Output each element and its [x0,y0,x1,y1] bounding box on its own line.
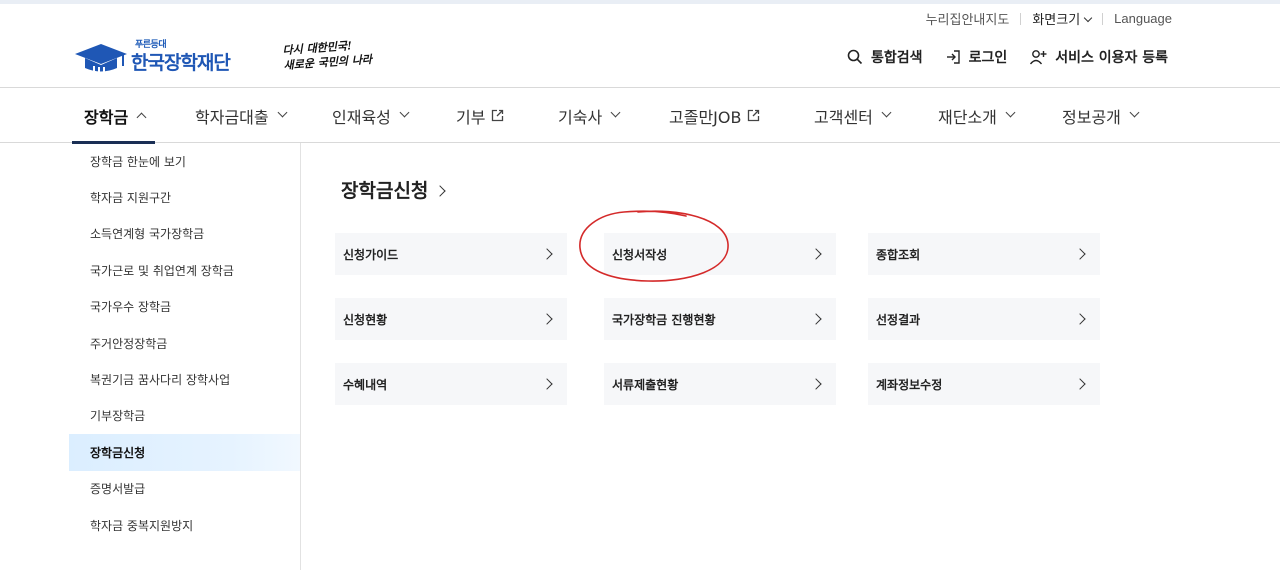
utility-bar: 누리집안내지도 화면크기 Language [926,9,1172,28]
chevron-right-icon [541,248,553,260]
font-size-label: 화면크기 [1032,13,1081,28]
nav-label: 기숙사 [558,107,603,127]
sidebar-item[interactable]: 증명서발급 [69,471,300,507]
search-icon [847,49,863,65]
register-link[interactable]: 서비스 이용자 등록 [1029,47,1168,67]
card-label: 신청가이드 [343,247,399,262]
card-account-update[interactable]: 계좌정보수정 [868,363,1100,405]
nav-disclosure[interactable]: 정보공개 [1062,88,1140,143]
chevron-up-icon [136,112,147,123]
nav-label: 고객센터 [814,107,873,127]
chevron-down-icon [1005,107,1016,118]
sidebar-item[interactable]: 장학금 한눈에 보기 [69,143,300,179]
nav-label: 학자금대출 [195,107,269,127]
register-label: 서비스 이용자 등록 [1055,50,1168,66]
nav-label: 고졸만JOB [669,107,742,127]
divider [1102,12,1104,25]
chevron-right-icon [810,378,822,390]
nav-scholarship[interactable]: 장학금 [71,88,156,144]
card-label: 신청서작성 [612,247,668,262]
header-links: 통합검색 로그인 서비스 이용자 등록 [825,47,1168,67]
sidebar-item[interactable]: 주거안정장학금 [69,325,300,361]
nav-label: 재단소개 [938,107,997,127]
nav-dormitory[interactable]: 기숙사 [558,88,621,143]
external-link-icon [492,109,504,122]
chevron-down-icon [1129,107,1140,118]
chevron-right-icon [541,378,553,390]
top-accent-line [0,0,1280,4]
login-icon [946,50,960,64]
external-link-icon [748,109,760,122]
graduation-cap-icon [75,44,127,73]
search-label: 통합검색 [871,50,923,66]
main-navigation: 장학금 학자금대출 인재육성 기부 기숙사 고졸만JOB 고객센터 재단소개 정… [0,87,1280,144]
sidebar-item[interactable]: 복권기금 꿈사다리 장학사업 [69,361,300,397]
sidebar-item[interactable]: 학자금 중복지원방지 [69,507,300,543]
search-link[interactable]: 통합검색 [847,47,923,67]
chevron-right-icon [541,313,553,325]
chevron-right-icon [1074,378,1086,390]
card-document-status[interactable]: 서류제출현황 [604,363,836,405]
chevron-right-icon [1074,313,1086,325]
card-label: 종합조회 [876,247,921,262]
nav-label: 인재육성 [332,107,391,127]
font-size-button[interactable]: 화면크기 [1032,9,1093,28]
sidebar: 장학금 한눈에 보기 학자금 지원구간 소득연계형 국가장학금 국가근로 및 취… [69,143,301,570]
nav-customer-center[interactable]: 고객센터 [814,88,892,143]
login-link[interactable]: 로그인 [945,47,1008,67]
slogan: 다시 대한민국! 새로운 국민의 나라 [282,37,373,73]
logo-text: 푸른등대 한국장학재단 [131,40,231,75]
card-benefit-history[interactable]: 수혜내역 [335,363,567,405]
chevron-down-icon [277,107,288,118]
divider [1020,12,1022,25]
chevron-down-icon [1083,13,1093,23]
card-label: 국가장학금 진행현황 [612,312,716,327]
sitemap-link[interactable]: 누리집안내지도 [926,9,1010,28]
nav-job[interactable]: 고졸만JOB [669,88,760,143]
card-selection-result[interactable]: 선정결과 [868,298,1100,340]
card-label: 계좌정보수정 [876,377,943,392]
sidebar-item[interactable]: 국가우수 장학금 [69,289,300,325]
nav-student-loan[interactable]: 학자금대출 [195,88,288,143]
sidebar-item[interactable]: 국가근로 및 취업연계 장학금 [69,252,300,288]
chevron-down-icon [881,107,892,118]
language-link[interactable]: Language [1114,11,1172,26]
card-application-status[interactable]: 신청현황 [335,298,567,340]
chevron-down-icon [399,107,410,118]
chevron-right-icon [434,184,447,197]
page-title-text: 장학금신청 [341,180,429,202]
nav-about[interactable]: 재단소개 [938,88,1016,143]
nav-label: 기부 [456,107,486,127]
card-label: 선정결과 [876,312,921,327]
logo[interactable]: 푸른등대 한국장학재단 [73,40,231,75]
chevron-down-icon [610,107,621,118]
login-label: 로그인 [968,50,1008,66]
chevron-right-icon [810,248,822,260]
sidebar-item-active[interactable]: 장학금신청 [69,434,300,471]
user-add-icon [1030,50,1047,65]
card-application-guide[interactable]: 신청가이드 [335,233,567,275]
nav-label: 정보공개 [1062,107,1121,127]
sidebar-item[interactable]: 소득연계형 국가장학금 [69,216,300,252]
card-write-application[interactable]: 신청서작성 [604,233,836,275]
sidebar-item[interactable]: 학자금 지원구간 [69,179,300,215]
card-label: 서류제출현황 [612,377,679,392]
sidebar-item[interactable]: 기부장학금 [69,398,300,434]
page-title[interactable]: 장학금신청 [341,176,447,203]
chevron-right-icon [1074,248,1086,260]
nav-donation[interactable]: 기부 [456,88,504,143]
logo-subtitle: 푸른등대 [135,40,167,50]
card-overall-inquiry[interactable]: 종합조회 [868,233,1100,275]
card-label: 수혜내역 [343,377,388,392]
card-national-progress[interactable]: 국가장학금 진행현황 [604,298,836,340]
nav-talent[interactable]: 인재육성 [332,88,410,143]
nav-label: 장학금 [84,107,129,127]
chevron-right-icon [810,313,822,325]
card-label: 신청현황 [343,312,388,327]
